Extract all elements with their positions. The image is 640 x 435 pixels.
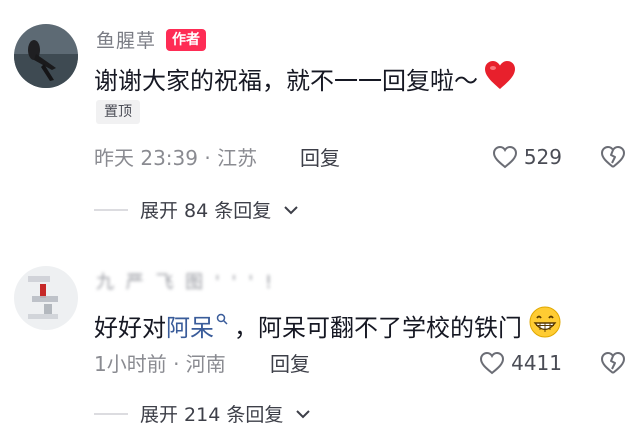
username[interactable]: 鱼腥草	[96, 26, 156, 53]
comment-body: 谢谢大家的祝福，就不一一回复啦～	[94, 66, 478, 95]
comment-body-prefix: 好好对	[94, 313, 166, 342]
comment-text: 谢谢大家的祝福，就不一一回复啦～	[94, 60, 516, 96]
expand-replies-button[interactable]: 展开 214 条回复	[94, 400, 311, 427]
divider-line	[94, 208, 128, 211]
reply-button[interactable]: 回复	[270, 348, 310, 377]
comment-item: 九 严 飞 图 ' ' ' ! 好好对 阿呆 ，阿呆可翻不了学校的铁门 1小时前…	[0, 228, 640, 435]
expand-replies-label: 展开 84 条回复	[140, 200, 272, 222]
divider-line	[94, 412, 128, 415]
expand-replies-label: 展开 214 条回复	[140, 404, 284, 426]
search-icon[interactable]	[216, 303, 228, 331]
grinning-face-icon	[528, 306, 562, 344]
reply-button[interactable]: 回复	[300, 142, 340, 171]
username[interactable]: 九 严 飞 图 ' ' ' !	[96, 268, 275, 294]
avatar[interactable]	[14, 24, 78, 88]
dislike-button[interactable]	[600, 145, 626, 169]
expand-replies-button[interactable]: 展开 84 条回复	[94, 196, 299, 223]
like-count: 529	[523, 144, 562, 169]
profile-photo-icon	[14, 24, 78, 88]
author-badge: 作者	[166, 28, 207, 51]
comment-text: 好好对 阿呆 ，阿呆可翻不了学校的铁门	[94, 306, 562, 344]
red-heart-icon	[484, 60, 516, 96]
user-row: 鱼腥草 作者	[96, 26, 207, 53]
pinned-tag: 置顶	[96, 100, 140, 124]
chevron-down-icon	[283, 204, 299, 216]
meta-row: 昨天 23:39 · 江苏 回复 529	[94, 142, 626, 171]
like-button[interactable]: 529	[492, 145, 562, 169]
like-button[interactable]: 4411	[479, 351, 562, 375]
comment-item: 鱼腥草 作者 谢谢大家的祝福，就不一一回复啦～ 置顶 昨天 23:39 · 江苏…	[0, 0, 640, 225]
mention-link[interactable]: 阿呆	[166, 308, 214, 343]
chevron-down-icon	[295, 408, 311, 420]
timestamp-location: 1小时前 · 河南	[94, 352, 226, 376]
user-row: 九 严 飞 图 ' ' ' !	[96, 268, 275, 294]
avatar[interactable]	[14, 266, 78, 330]
heart-outline-icon	[492, 145, 517, 168]
comment-body-suffix: ，阿呆可翻不了学校的铁门	[234, 313, 522, 342]
like-count: 4411	[511, 350, 562, 375]
dislike-button[interactable]	[600, 351, 626, 375]
broken-heart-icon	[601, 351, 625, 374]
meta-row: 1小时前 · 河南 回复 4411	[94, 348, 626, 377]
heart-outline-icon	[480, 351, 505, 374]
timestamp-location: 昨天 23:39 · 江苏	[94, 146, 258, 170]
broken-heart-icon	[601, 145, 625, 168]
profile-photo-icon	[14, 266, 78, 330]
